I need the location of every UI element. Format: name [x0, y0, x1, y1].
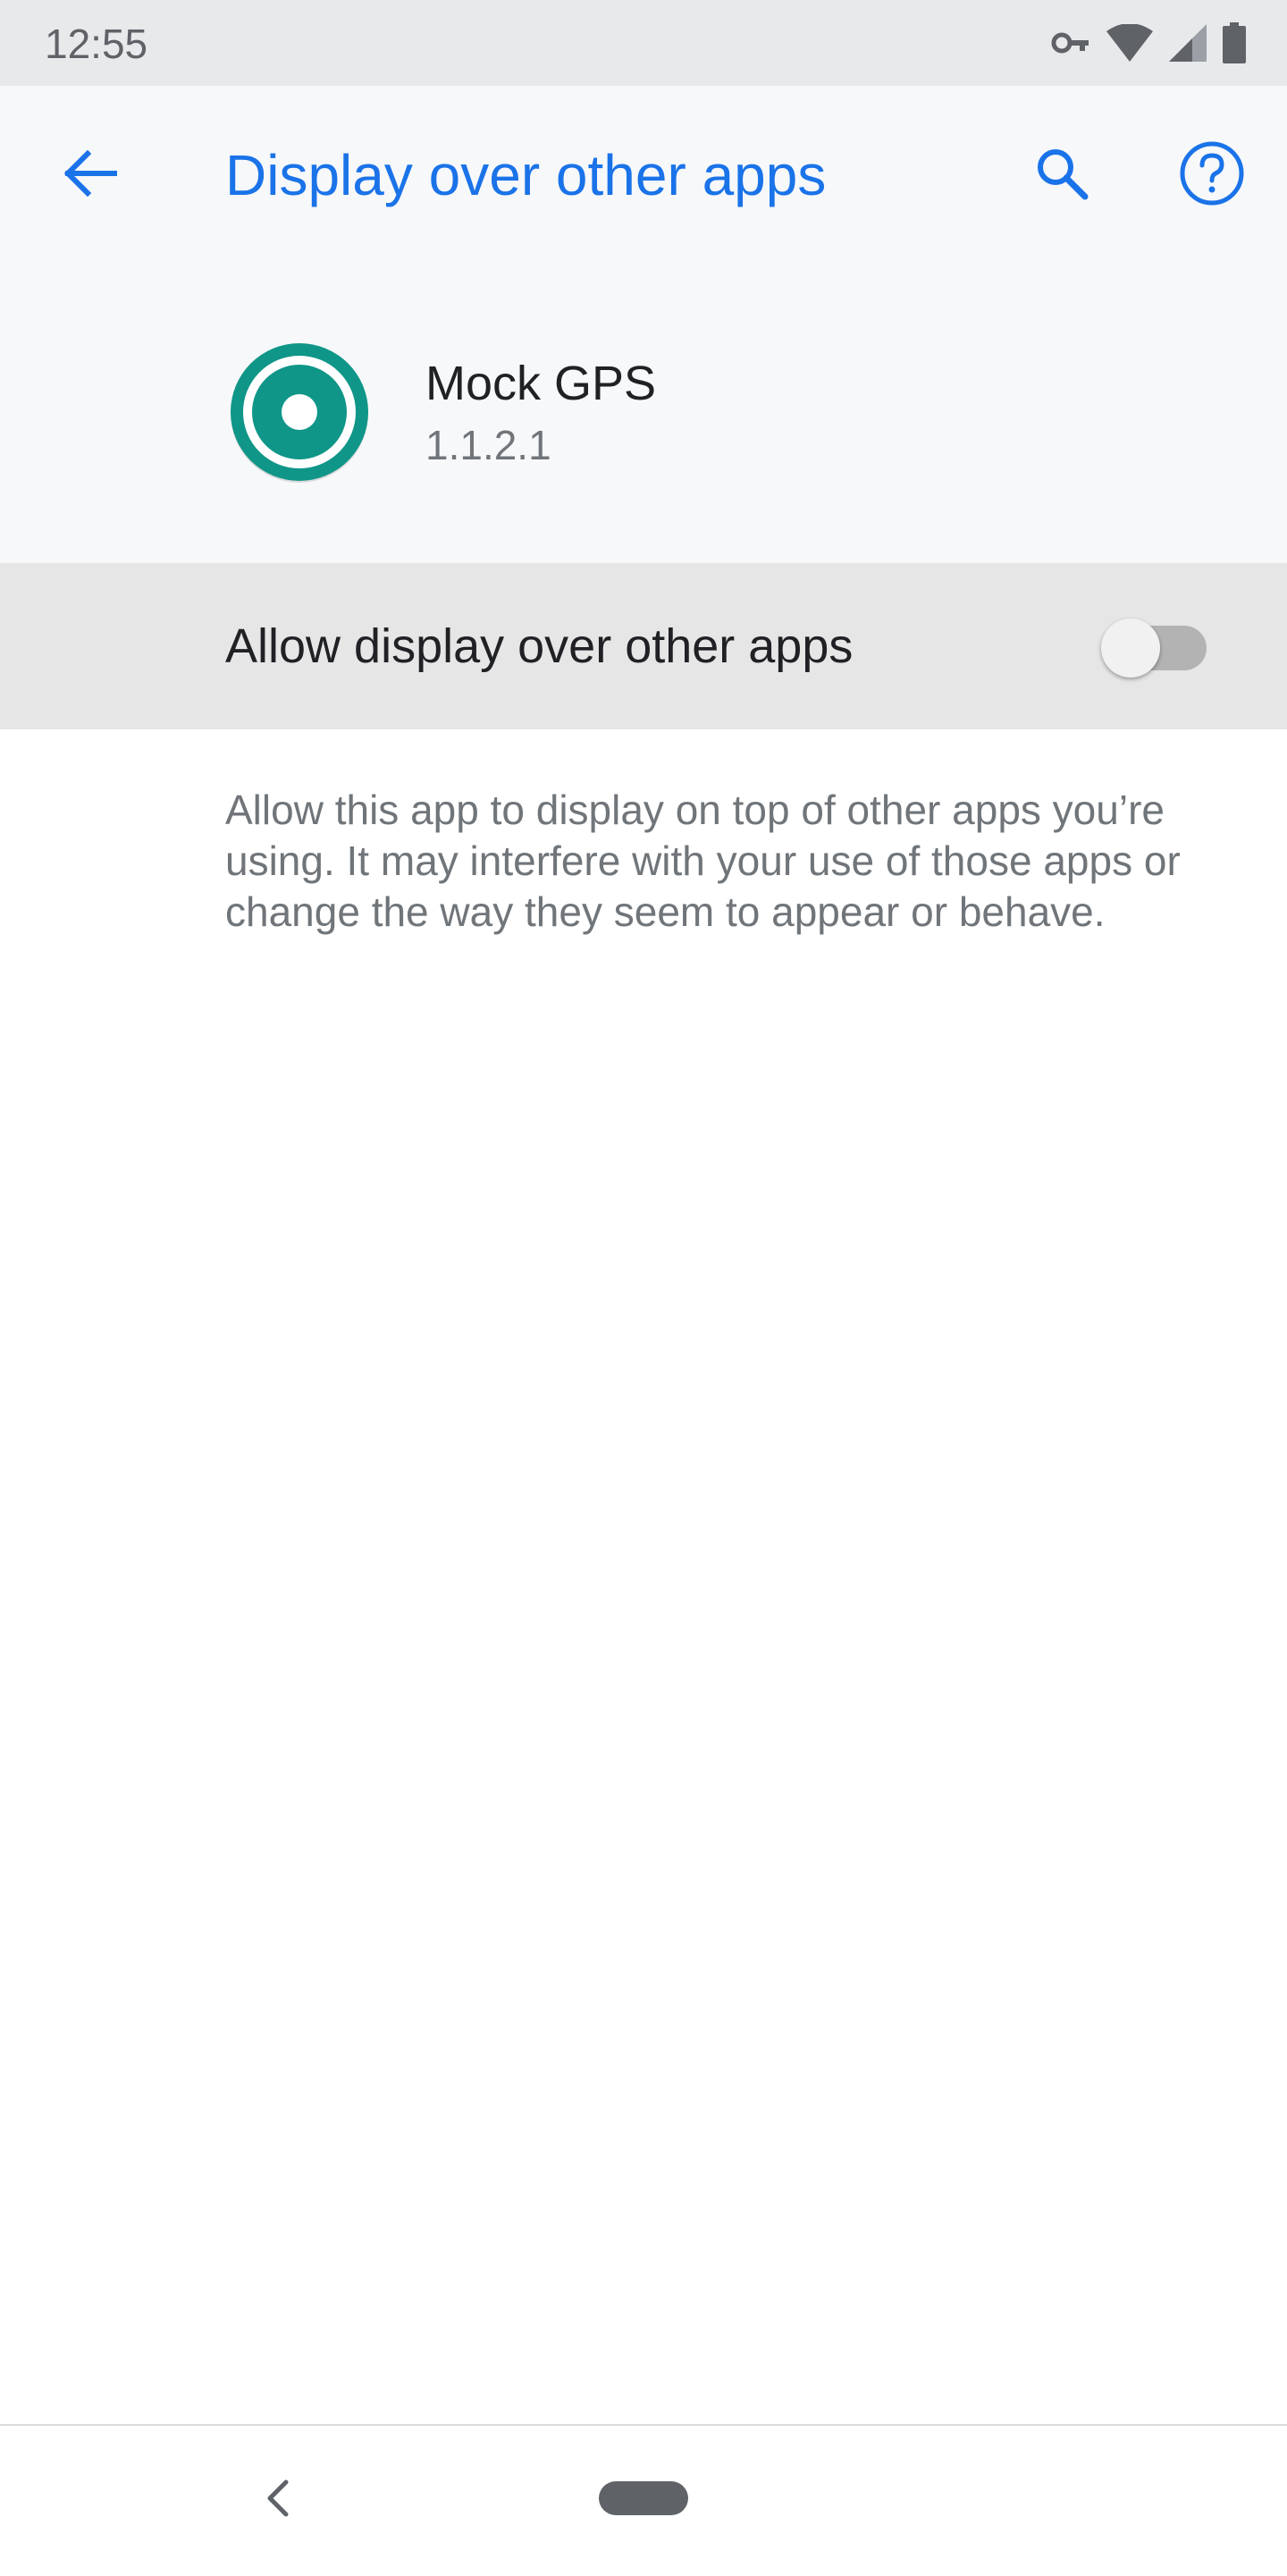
help-button[interactable]: [1162, 125, 1262, 225]
setting-description: Allow this app to display on top of othe…: [225, 787, 1181, 935]
status-bar: 12:55: [0, 0, 1287, 86]
back-button[interactable]: [39, 125, 139, 225]
nav-home-pill[interactable]: [599, 2481, 688, 2515]
allow-display-label: Allow display over other apps: [225, 619, 854, 673]
battery-icon: [1223, 22, 1246, 63]
app-version: 1.1.2.1: [425, 422, 551, 468]
navigation-bar: [0, 2424, 1287, 2576]
mock-gps-app-icon: [229, 341, 370, 483]
switch-thumb: [1101, 619, 1160, 678]
help-icon: [1178, 139, 1246, 212]
app-name: Mock GPS: [425, 357, 657, 410]
arrow-back-icon: [61, 148, 118, 203]
search-button[interactable]: [1012, 125, 1112, 225]
wifi-icon: [1106, 24, 1153, 62]
status-icons: [1051, 21, 1246, 64]
nav-back-button[interactable]: [245, 2467, 311, 2533]
vpn-key-icon: [1051, 29, 1090, 56]
search-icon: [1033, 145, 1090, 206]
cell-signal-icon: [1169, 24, 1207, 62]
nav-back-icon: [265, 2479, 291, 2522]
allow-display-switch[interactable]: [1101, 619, 1207, 678]
page-title: Display over other apps: [225, 143, 827, 207]
allow-display-setting-row[interactable]: Allow display over other apps: [0, 563, 1287, 729]
status-time: 12:55: [45, 21, 148, 67]
